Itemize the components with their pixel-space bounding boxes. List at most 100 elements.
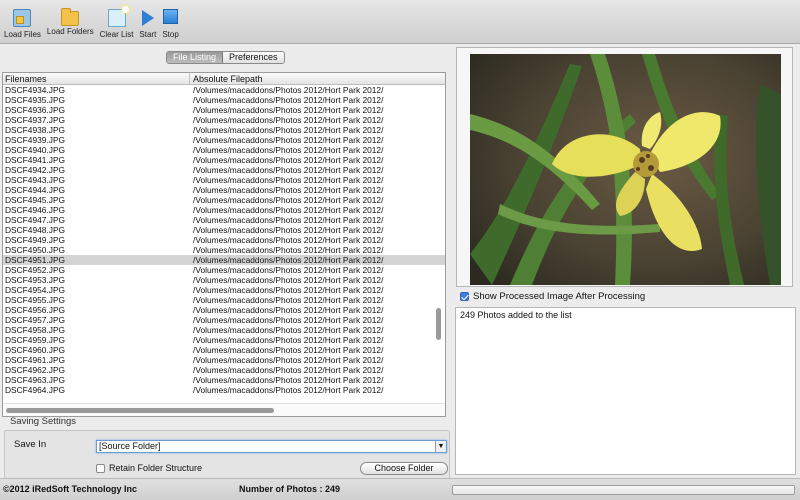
clear-list-label: Clear List (99, 30, 134, 39)
right-panel: Show Processed Image After Processing 24… (454, 45, 800, 477)
filename-cell: DSCF4938.JPG (5, 125, 66, 135)
progress-bar (452, 485, 795, 495)
filename-cell: DSCF4960.JPG (5, 345, 66, 355)
table-row[interactable]: DSCF4946.JPG/Volumes/macaddons/Photos 20… (3, 205, 445, 215)
filepath-cell: /Volumes/macaddons/Photos 2012/Hort Park… (193, 275, 384, 285)
tab-preferences[interactable]: Preferences (223, 52, 284, 63)
table-row[interactable]: DSCF4963.JPG/Volumes/macaddons/Photos 20… (3, 375, 445, 385)
filename-cell: DSCF4961.JPG (5, 355, 66, 365)
toolbar: Load Files Load Folders Clear List Start… (0, 0, 800, 44)
table-row[interactable]: DSCF4950.JPG/Volumes/macaddons/Photos 20… (3, 245, 445, 255)
load-folders-button[interactable]: Load Folders (47, 0, 94, 36)
tab-bar: File Listing Preferences (166, 51, 285, 64)
table-row[interactable]: DSCF4962.JPG/Volumes/macaddons/Photos 20… (3, 365, 445, 375)
filename-cell: DSCF4958.JPG (5, 325, 66, 335)
table-header: Filenames Absolute Filepath (3, 73, 445, 85)
log-output[interactable]: 249 Photos added to the list (455, 307, 796, 475)
retain-folder-structure-option[interactable]: Retain Folder Structure (96, 463, 202, 473)
table-row[interactable]: DSCF4960.JPG/Volumes/macaddons/Photos 20… (3, 345, 445, 355)
retain-folder-structure-checkbox[interactable] (96, 463, 105, 473)
filename-cell: DSCF4943.JPG (5, 175, 66, 185)
table-row[interactable]: DSCF4956.JPG/Volumes/macaddons/Photos 20… (3, 305, 445, 315)
vertical-scrollbar[interactable] (436, 308, 441, 340)
column-header-path[interactable]: Absolute Filepath (190, 73, 263, 84)
table-row[interactable]: DSCF4953.JPG/Volumes/macaddons/Photos 20… (3, 275, 445, 285)
filename-cell: DSCF4944.JPG (5, 185, 66, 195)
save-in-combobox[interactable]: [Source Folder] ▼ (96, 440, 447, 453)
filename-cell: DSCF4935.JPG (5, 95, 66, 105)
filepath-cell: /Volumes/macaddons/Photos 2012/Hort Park… (193, 135, 384, 145)
clear-list-button[interactable]: Clear List (99, 0, 134, 39)
load-files-button[interactable]: Load Files (4, 0, 41, 39)
horizontal-scrollbar[interactable] (6, 408, 274, 413)
choose-folder-button[interactable]: Choose Folder (360, 462, 448, 475)
filepath-cell: /Volumes/macaddons/Photos 2012/Hort Park… (193, 95, 384, 105)
clear-list-icon (107, 6, 129, 27)
load-files-label: Load Files (4, 30, 41, 39)
file-table: Filenames Absolute Filepath DSCF4934.JPG… (2, 72, 446, 417)
table-row[interactable]: DSCF4940.JPG/Volumes/macaddons/Photos 20… (3, 145, 445, 155)
tab-file-listing[interactable]: File Listing (167, 52, 224, 63)
filename-cell: DSCF4937.JPG (5, 115, 66, 125)
table-row[interactable]: DSCF4954.JPG/Volumes/macaddons/Photos 20… (3, 285, 445, 295)
table-row[interactable]: DSCF4964.JPG/Volumes/macaddons/Photos 20… (3, 385, 445, 395)
folder-icon (61, 8, 80, 26)
table-row[interactable]: DSCF4944.JPG/Volumes/macaddons/Photos 20… (3, 185, 445, 195)
table-row[interactable]: DSCF4952.JPG/Volumes/macaddons/Photos 20… (3, 265, 445, 275)
table-row[interactable]: DSCF4941.JPG/Volumes/macaddons/Photos 20… (3, 155, 445, 165)
table-row[interactable]: DSCF4939.JPG/Volumes/macaddons/Photos 20… (3, 135, 445, 145)
filename-cell: DSCF4951.JPG (5, 255, 66, 265)
table-row[interactable]: DSCF4958.JPG/Volumes/macaddons/Photos 20… (3, 325, 445, 335)
photo-count: Number of Photos : 249 (239, 484, 341, 494)
table-row[interactable]: DSCF4935.JPG/Volumes/macaddons/Photos 20… (3, 95, 445, 105)
filepath-cell: /Volumes/macaddons/Photos 2012/Hort Park… (193, 155, 384, 165)
filename-cell: DSCF4941.JPG (5, 155, 66, 165)
filename-cell: DSCF4946.JPG (5, 205, 66, 215)
show-processed-option[interactable]: Show Processed Image After Processing (460, 291, 645, 302)
table-row[interactable]: DSCF4938.JPG/Volumes/macaddons/Photos 20… (3, 125, 445, 135)
filepath-cell: /Volumes/macaddons/Photos 2012/Hort Park… (193, 125, 384, 135)
filepath-cell: /Volumes/macaddons/Photos 2012/Hort Park… (193, 255, 384, 265)
stop-button[interactable]: Stop (162, 0, 179, 39)
save-in-value: [Source Folder] (99, 441, 161, 451)
filepath-cell: /Volumes/macaddons/Photos 2012/Hort Park… (193, 345, 384, 355)
table-row[interactable]: DSCF4945.JPG/Volumes/macaddons/Photos 20… (3, 195, 445, 205)
start-label: Start (139, 30, 157, 39)
filepath-cell: /Volumes/macaddons/Photos 2012/Hort Park… (193, 85, 384, 95)
table-row[interactable]: DSCF4934.JPG/Volumes/macaddons/Photos 20… (3, 85, 445, 95)
table-row[interactable]: DSCF4936.JPG/Volumes/macaddons/Photos 20… (3, 105, 445, 115)
filepath-cell: /Volumes/macaddons/Photos 2012/Hort Park… (193, 225, 384, 235)
filepath-cell: /Volumes/macaddons/Photos 2012/Hort Park… (193, 375, 384, 385)
filepath-cell: /Volumes/macaddons/Photos 2012/Hort Park… (193, 355, 384, 365)
table-row[interactable]: DSCF4959.JPG/Volumes/macaddons/Photos 20… (3, 335, 445, 345)
filename-cell: DSCF4949.JPG (5, 235, 66, 245)
filepath-cell: /Volumes/macaddons/Photos 2012/Hort Park… (193, 385, 384, 395)
table-row[interactable]: DSCF4942.JPG/Volumes/macaddons/Photos 20… (3, 165, 445, 175)
retain-folder-structure-label: Retain Folder Structure (109, 463, 203, 473)
filepath-cell: /Volumes/macaddons/Photos 2012/Hort Park… (193, 145, 384, 155)
filepath-cell: /Volumes/macaddons/Photos 2012/Hort Park… (193, 235, 384, 245)
table-row[interactable]: DSCF4947.JPG/Volumes/macaddons/Photos 20… (3, 215, 445, 225)
table-row[interactable]: DSCF4951.JPG/Volumes/macaddons/Photos 20… (3, 255, 445, 265)
filename-cell: DSCF4952.JPG (5, 265, 66, 275)
filename-cell: DSCF4954.JPG (5, 285, 66, 295)
start-button[interactable]: Start (139, 0, 156, 39)
table-row[interactable]: DSCF4955.JPG/Volumes/macaddons/Photos 20… (3, 295, 445, 305)
table-row[interactable]: DSCF4937.JPG/Volumes/macaddons/Photos 20… (3, 115, 445, 125)
filename-cell: DSCF4947.JPG (5, 215, 66, 225)
table-row[interactable]: DSCF4957.JPG/Volumes/macaddons/Photos 20… (3, 315, 445, 325)
table-row[interactable]: DSCF4948.JPG/Volumes/macaddons/Photos 20… (3, 225, 445, 235)
status-bar: ©2012 iRedSoft Technology Inc Number of … (0, 478, 800, 500)
show-processed-checkbox[interactable] (460, 292, 469, 301)
filename-cell: DSCF4950.JPG (5, 245, 66, 255)
filepath-cell: /Volumes/macaddons/Photos 2012/Hort Park… (193, 315, 384, 325)
table-row[interactable]: DSCF4943.JPG/Volumes/macaddons/Photos 20… (3, 175, 445, 185)
filepath-cell: /Volumes/macaddons/Photos 2012/Hort Park… (193, 165, 384, 175)
chevron-down-icon[interactable]: ▼ (435, 441, 446, 452)
column-header-filenames[interactable]: Filenames (3, 73, 190, 84)
table-body: DSCF4934.JPG/Volumes/macaddons/Photos 20… (3, 85, 445, 403)
filepath-cell: /Volumes/macaddons/Photos 2012/Hort Park… (193, 215, 384, 225)
table-row[interactable]: DSCF4949.JPG/Volumes/macaddons/Photos 20… (3, 235, 445, 245)
table-row[interactable]: DSCF4961.JPG/Volumes/macaddons/Photos 20… (3, 355, 445, 365)
filename-cell: DSCF4956.JPG (5, 305, 66, 315)
